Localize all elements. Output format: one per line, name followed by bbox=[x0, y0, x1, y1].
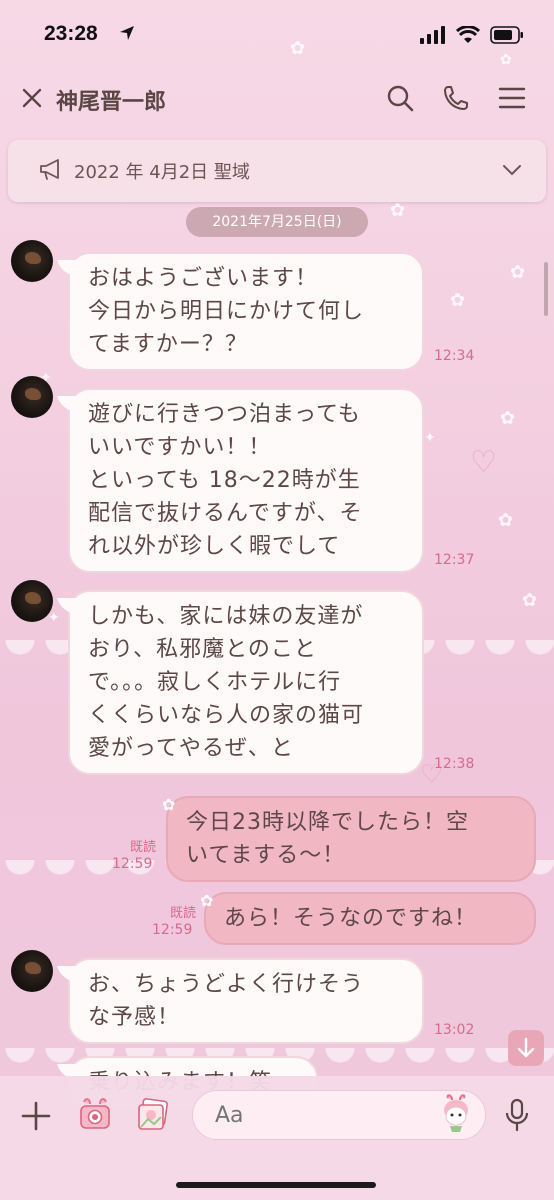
message-time: 12:34 bbox=[434, 348, 475, 364]
message-time: 12:59 bbox=[112, 856, 153, 872]
scrollbar-thumb[interactable] bbox=[544, 262, 548, 316]
message-time: 12:38 bbox=[434, 756, 475, 772]
message-bubble-outgoing[interactable]: 今日23時以降でしたら！空 いてまする〜！ bbox=[162, 788, 536, 882]
camera-icon[interactable] bbox=[78, 1096, 112, 1132]
battery-icon bbox=[490, 26, 523, 44]
flower-decoration: ✿ bbox=[510, 262, 526, 283]
message-time: 12:37 bbox=[434, 552, 475, 568]
wifi-icon bbox=[456, 26, 480, 43]
message-bubble-incoming[interactable]: お、ちょうどよく行けそう な予感！ bbox=[68, 958, 424, 1044]
location-arrow-icon bbox=[120, 26, 134, 40]
status-bar: 23:28 bbox=[0, 0, 554, 70]
sticker-icon[interactable] bbox=[440, 1094, 472, 1134]
avatar[interactable] bbox=[11, 240, 53, 282]
read-receipt: 既読 bbox=[129, 840, 156, 855]
contact-name[interactable]: 神尾晋一郎 bbox=[56, 84, 166, 116]
status-time: 23:28 bbox=[44, 22, 98, 45]
flower-decoration: ✿ bbox=[500, 408, 516, 429]
photo-icon[interactable] bbox=[136, 1098, 170, 1132]
home-indicator[interactable] bbox=[176, 1182, 376, 1188]
megaphone-icon bbox=[40, 159, 59, 180]
avatar[interactable] bbox=[11, 950, 53, 992]
chat-header: 神尾晋一郎 bbox=[0, 76, 554, 122]
mic-icon[interactable] bbox=[504, 1098, 530, 1132]
message-time: 12:59 bbox=[152, 922, 193, 938]
flower-decoration: ✿ bbox=[522, 590, 538, 611]
date-separator: 2021年7月25日(日) bbox=[186, 207, 368, 237]
flower-decoration: ✿ bbox=[390, 200, 406, 221]
signal-icon bbox=[420, 26, 445, 44]
announcement-banner[interactable]: 2022 年 4月2日 聖域 bbox=[8, 140, 546, 202]
sparkle-decoration: ✦ bbox=[48, 610, 60, 626]
search-icon[interactable] bbox=[386, 84, 414, 112]
sparkle-decoration: ✦ bbox=[424, 430, 436, 446]
message-time: 13:02 bbox=[434, 1022, 475, 1038]
flower-decoration: ✿ bbox=[498, 510, 514, 531]
chevron-down-icon[interactable] bbox=[502, 162, 522, 178]
status-icons bbox=[420, 26, 524, 44]
avatar[interactable] bbox=[11, 580, 53, 622]
phone-icon[interactable] bbox=[442, 84, 470, 112]
plus-icon[interactable] bbox=[20, 1100, 52, 1132]
message-bubble-incoming[interactable]: 遊びに行きつつ泊まっても いいですかい！！ といっても 18～22時が生 配信で… bbox=[68, 388, 424, 573]
announcement-text: 2022 年 4月2日 聖域 bbox=[74, 162, 250, 183]
avatar[interactable] bbox=[11, 376, 53, 418]
message-bubble-incoming[interactable]: しかも、家には妹の友達が おり、私邪魔とのこと で。。。寂しくホテルに行 くくら… bbox=[68, 590, 424, 775]
flower-decoration: ✿ bbox=[450, 290, 466, 311]
close-icon[interactable] bbox=[20, 86, 44, 110]
arrow-down-icon bbox=[517, 1037, 535, 1058]
scroll-to-bottom-button[interactable] bbox=[508, 1030, 544, 1066]
message-bubble-incoming[interactable]: おはようございます！ 今日から明日にかけて何し てますかー？？ bbox=[68, 252, 424, 371]
read-receipt: 既読 bbox=[169, 906, 196, 921]
menu-icon[interactable] bbox=[498, 84, 526, 112]
heart-decoration: ♡ bbox=[470, 445, 497, 480]
message-bubble-outgoing[interactable]: あら！そうなのですね！ bbox=[200, 884, 536, 945]
